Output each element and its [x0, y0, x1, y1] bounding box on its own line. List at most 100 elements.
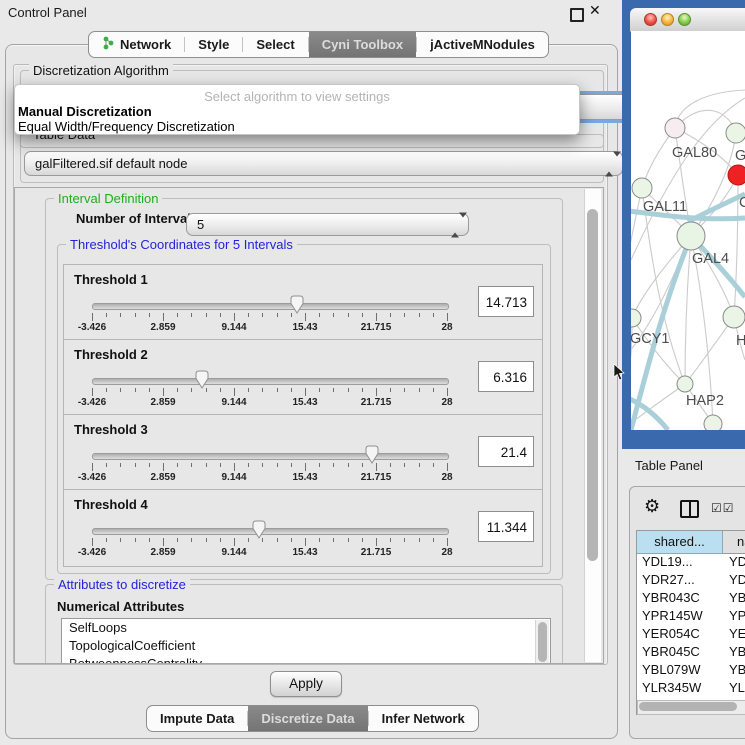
table-column-header[interactable]: shared...: [637, 531, 723, 554]
tab-network[interactable]: Network: [89, 32, 184, 57]
threshold-label: Threshold 1: [74, 272, 148, 287]
tab-jactivemnodules[interactable]: jActiveMNodules: [417, 32, 548, 57]
tick: [305, 463, 306, 471]
tick: [433, 538, 434, 542]
network-canvas[interactable]: GAL80GACGAL11GAL4GCY1HHAP2: [631, 31, 745, 430]
table-row[interactable]: YER054CYER0: [637, 626, 745, 644]
tick-label: 9.144: [221, 322, 246, 333]
network-window-titlebar[interactable]: [630, 8, 745, 32]
slider-track[interactable]: [92, 378, 449, 385]
table-row[interactable]: YDR27...YDR2: [637, 572, 745, 590]
tab-select[interactable]: Select: [243, 32, 307, 57]
slider-scale-labels: -3.4262.8599.14415.4321.71528: [92, 322, 447, 334]
slider-thumb[interactable]: [364, 445, 380, 464]
table-row[interactable]: YBR045CYBR0: [637, 644, 745, 662]
attributes-scrollbar[interactable]: [535, 620, 549, 664]
threshold-value-box[interactable]: 21.4: [478, 436, 534, 467]
tick-label: 2.859: [150, 547, 175, 558]
gear-icon[interactable]: ⚙: [644, 496, 660, 517]
table-row[interactable]: YBL079WYBL0: [637, 662, 745, 680]
tab-impute-data[interactable]: Impute Data: [147, 706, 247, 731]
float-window-icon[interactable]: [570, 8, 584, 22]
tick: [404, 313, 405, 317]
table-horizontal-scrollbar[interactable]: [637, 700, 745, 715]
network-node-selected-red-node[interactable]: [728, 165, 745, 185]
network-edge[interactable]: [675, 90, 745, 128]
network-edge[interactable]: [685, 236, 691, 384]
slider-thumb[interactable]: [289, 295, 305, 314]
columns-icon[interactable]: [680, 500, 699, 518]
table-row[interactable]: YPR145WYPR1: [637, 608, 745, 626]
table-cell: YBR043C: [637, 590, 723, 608]
control-panel-title: Control Panel: [8, 5, 87, 20]
tick: [277, 313, 278, 317]
network-node-H-node[interactable]: [723, 306, 745, 328]
threshold-value-box[interactable]: 11.344: [478, 511, 534, 542]
table-row[interactable]: YDL19...YDL1: [637, 554, 745, 572]
tick: [191, 388, 192, 392]
tick: [120, 313, 121, 317]
slider-thumb[interactable]: [194, 370, 210, 389]
list-item[interactable]: BetweennessCentrality: [62, 655, 550, 664]
thresholds-group-label: Threshold's Coordinates for 5 Intervals: [66, 237, 297, 252]
network-node-GAL11[interactable]: [632, 178, 652, 198]
popup-item-manual-discretization[interactable]: Manual Discretization: [18, 104, 152, 119]
slider-track[interactable]: [92, 528, 449, 535]
popup-item-equal-width-frequency[interactable]: Equal Width/Frequency Discretization: [18, 119, 235, 134]
slider-track[interactable]: [92, 303, 449, 310]
tick: [248, 313, 249, 317]
network-node-top-right-node[interactable]: [726, 123, 745, 143]
number-of-intervals-combobox[interactable]: 5: [186, 213, 469, 236]
settings-vertical-scrollbar[interactable]: [584, 189, 601, 662]
minimize-traffic-light-icon[interactable]: [661, 13, 674, 26]
tick: [220, 538, 221, 542]
network-node-bottom-node[interactable]: [704, 415, 722, 430]
slider-thumb[interactable]: [251, 520, 267, 539]
table-cell: YDL1: [723, 554, 745, 572]
tick: [234, 538, 235, 546]
tab-infer-network[interactable]: Infer Network: [369, 706, 478, 731]
apply-button[interactable]: Apply: [270, 671, 342, 697]
network-node-GAL4[interactable]: [677, 222, 705, 250]
threshold-value-box[interactable]: 6.316: [478, 361, 534, 392]
network-node-HAP2[interactable]: [677, 376, 693, 392]
slider-track[interactable]: [92, 453, 449, 460]
node-attribute-table[interactable]: shared...na YDL19...YDL1YDR27...YDR2YBR0…: [636, 530, 745, 715]
threshold-label: Threshold 3: [74, 422, 148, 437]
tick: [390, 538, 391, 542]
close-traffic-light-icon[interactable]: [644, 13, 657, 26]
table-column-header[interactable]: na: [723, 531, 745, 554]
table-cell: YBL0: [723, 662, 745, 680]
network-edge[interactable]: [631, 318, 632, 395]
scrollbar-thumb[interactable]: [587, 209, 598, 561]
tab-cyni-toolbox[interactable]: Cyni Toolbox: [309, 32, 416, 57]
tab-label: Network: [120, 37, 171, 52]
network-edge[interactable]: [631, 188, 642, 275]
close-icon[interactable]: ✕: [589, 3, 601, 19]
tab-style[interactable]: Style: [185, 32, 242, 57]
tick: [319, 538, 320, 542]
list-item[interactable]: SelfLoops: [62, 619, 550, 637]
checkbox-pair-icon[interactable]: ☑☑: [711, 501, 735, 515]
threshold-value-box[interactable]: 14.713: [478, 286, 534, 317]
tick: [234, 313, 235, 321]
tick: [206, 538, 207, 542]
tick: [305, 313, 306, 321]
table-data-combobox[interactable]: galFiltered.sif default node: [24, 151, 623, 176]
tab-label: Style: [198, 37, 229, 52]
tab-discretize-data[interactable]: Discretize Data: [248, 706, 367, 731]
table-row[interactable]: YBR043CYBR0: [637, 590, 745, 608]
list-item[interactable]: TopologicalCoefficient: [62, 637, 550, 655]
slider-scale-labels: -3.4262.8599.14415.4321.71528: [92, 397, 447, 409]
tick: [163, 313, 164, 321]
network-node-GCY1[interactable]: [631, 309, 641, 327]
network-node-pink-node[interactable]: [665, 118, 685, 138]
table-cell: YDR2: [723, 572, 745, 590]
tab-label: jActiveMNodules: [430, 37, 535, 52]
numerical-attributes-list[interactable]: SelfLoopsTopologicalCoefficientBetweenne…: [61, 618, 551, 664]
tick-label: 21.715: [361, 397, 392, 408]
zoom-traffic-light-icon[interactable]: [678, 13, 691, 26]
slider-scale: [92, 313, 447, 321]
tick: [291, 313, 292, 317]
table-row[interactable]: YLR345WYLR3: [637, 680, 745, 698]
